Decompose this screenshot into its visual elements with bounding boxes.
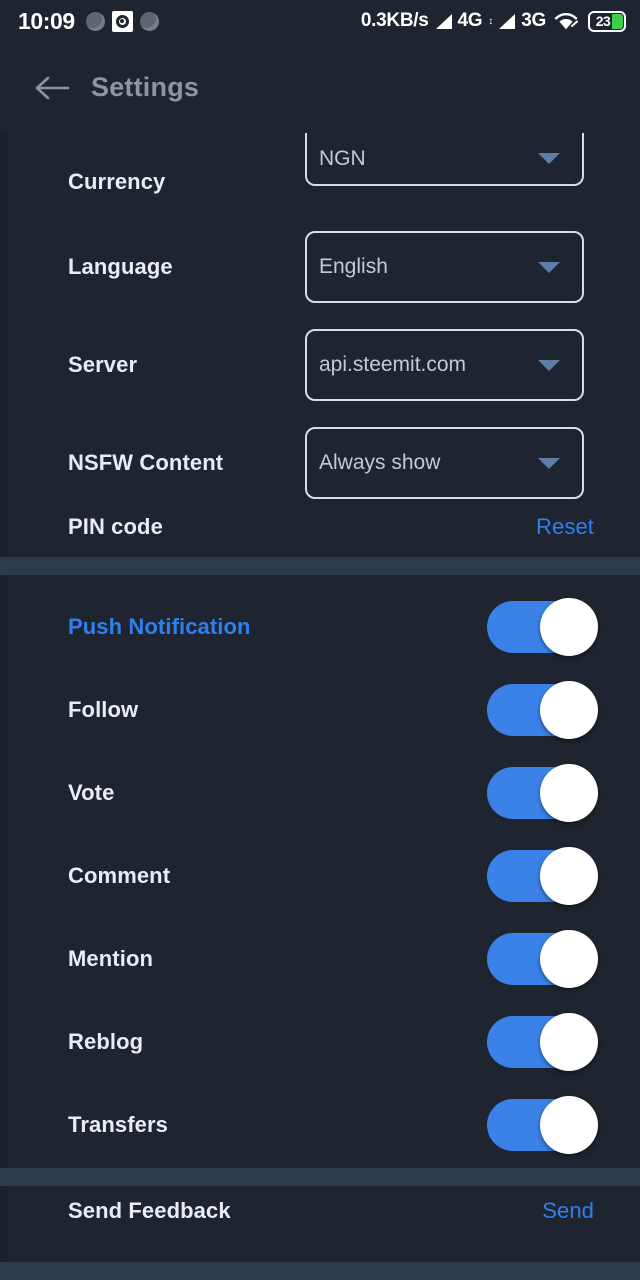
send-feedback-button[interactable]: Send [542, 1198, 594, 1224]
network-3g-label: 3G [521, 10, 546, 31]
toggle-label-reblog: Reblog [68, 1028, 144, 1054]
battery-level-label: 23 [595, 13, 611, 29]
toggle-label-comment: Comment [68, 862, 171, 888]
chevron-down-icon [538, 261, 560, 273]
currency-select[interactable]: NGN [305, 133, 584, 186]
notification-dot-icon [85, 11, 105, 31]
currency-select-value: NGN [319, 146, 366, 170]
setting-row-currency[interactable]: Currency NGN [0, 133, 640, 231]
toggle-row-comment[interactable]: Comment [0, 834, 640, 917]
toggle-comment[interactable] [487, 846, 598, 905]
setting-label-send-feedback: Send Feedback [68, 1198, 231, 1223]
toggle-follow[interactable] [487, 680, 598, 739]
server-select[interactable]: api.steemit.com [305, 329, 584, 401]
camera-target-icon [111, 10, 133, 32]
pin-reset-button[interactable]: Reset [536, 514, 594, 540]
setting-label-language: Language [68, 254, 173, 279]
network-4g-label: 4G [457, 10, 483, 31]
toggle-label-mention: Mention [68, 945, 154, 971]
toggle-row-follow[interactable]: Follow [0, 668, 640, 751]
signal-bars-icon [499, 13, 516, 29]
battery-icon: 23 [588, 10, 626, 32]
nsfw-select-value: Always show [319, 451, 441, 474]
signal-bars-icon [435, 13, 452, 29]
toggle-mention[interactable] [487, 929, 598, 988]
wifi-icon [554, 12, 578, 30]
setting-row-pin-code: PIN code Reset [0, 497, 640, 557]
toggle-label-transfers: Transfers [68, 1111, 168, 1137]
toggle-transfers[interactable] [487, 1095, 598, 1154]
language-select[interactable]: English [305, 231, 584, 303]
status-notification-icons [85, 10, 159, 32]
settings-content: Currency NGN Language English Server api… [0, 133, 640, 1280]
toggle-row-transfers[interactable]: Transfers [0, 1083, 640, 1166]
data-transfer-icon: ↕ [488, 15, 493, 27]
app-header: Settings [0, 42, 640, 133]
arrow-left-icon[interactable] [30, 66, 74, 110]
status-right-icons: 0.3KB/s 4G ↕ 3G 23 [361, 10, 626, 32]
setting-label-pin-code: PIN code [68, 514, 163, 539]
toggle-row-push-notification[interactable]: Push Notification [0, 585, 640, 668]
chevron-down-icon [538, 153, 560, 164]
toggle-row-vote[interactable]: Vote [0, 751, 640, 834]
chevron-down-icon [538, 457, 560, 469]
toggle-vote[interactable] [487, 763, 598, 822]
setting-row-server[interactable]: Server api.steemit.com [0, 316, 640, 414]
setting-label-currency: Currency [68, 169, 166, 194]
language-select-value: English [319, 255, 388, 278]
chevron-down-icon [538, 359, 560, 371]
network-speed-label: 0.3KB/s [360, 10, 429, 31]
notification-dot-icon [139, 11, 159, 31]
settings-screen: 10:09 0.3KB/s 4G ↕ 3G 23 Settings Curren… [0, 0, 640, 1280]
setting-row-language[interactable]: Language English [0, 218, 640, 316]
status-clock: 10:09 [18, 7, 75, 34]
toggle-label-vote: Vote [68, 779, 115, 805]
toggle-reblog[interactable] [487, 1012, 598, 1071]
setting-label-server: Server [68, 352, 138, 377]
status-bar: 10:09 0.3KB/s 4G ↕ 3G 23 [0, 0, 640, 42]
section-divider [0, 557, 640, 575]
server-select-value: api.steemit.com [319, 353, 467, 376]
setting-row-send-feedback: Send Feedback Send [0, 1181, 640, 1241]
toggle-label-push-notification: Push Notification [68, 613, 251, 639]
section-divider [0, 1262, 640, 1280]
page-title: Settings [91, 72, 200, 102]
toggle-row-reblog[interactable]: Reblog [0, 1000, 640, 1083]
nsfw-select[interactable]: Always show [305, 427, 584, 499]
setting-label-nsfw: NSFW Content [68, 450, 224, 475]
toggle-row-mention[interactable]: Mention [0, 917, 640, 1000]
toggle-label-follow: Follow [68, 696, 139, 722]
toggle-push-notification[interactable] [487, 597, 598, 656]
